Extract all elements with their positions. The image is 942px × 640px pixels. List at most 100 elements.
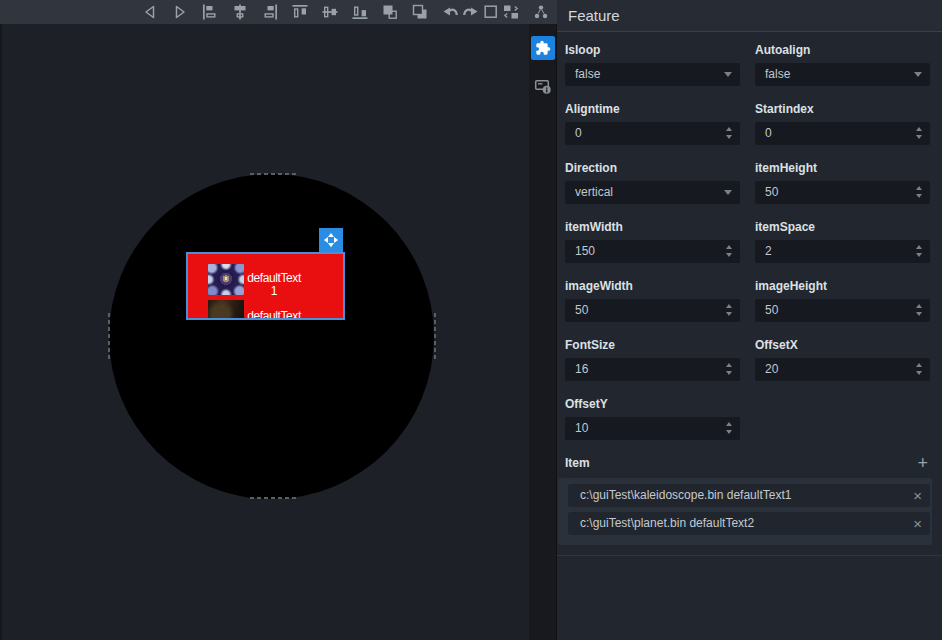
redo-icon[interactable]: [461, 3, 479, 21]
field-itemwidth: itemWidth150: [565, 220, 740, 263]
isloop-value: false: [575, 63, 600, 86]
aligntime-label: Aligntime: [565, 102, 740, 116]
offsety-label: OffsetY: [565, 397, 740, 411]
planet-thumbnail: [208, 300, 244, 320]
itemwidth-stepper[interactable]: 150: [565, 240, 740, 263]
isloop-select[interactable]: false: [565, 63, 740, 86]
imagewidth-label: imageWidth: [565, 279, 740, 293]
square-outline-icon[interactable]: [482, 3, 500, 21]
remove-item-icon[interactable]: ×: [913, 512, 922, 535]
autoalign-value: false: [765, 63, 790, 86]
aligntime-value: 0: [575, 122, 582, 145]
item-row[interactable]: c:\guiTest\planet.bin defaultText2 ×: [568, 512, 930, 535]
panel-title-text: Feature: [568, 7, 620, 24]
offsety-stepper[interactable]: 10: [565, 417, 740, 440]
align-center-horizontal-icon[interactable]: [231, 3, 249, 21]
field-aligntime: Aligntime 0: [565, 102, 740, 145]
spinner-up-icon[interactable]: [726, 422, 732, 426]
feature-tab[interactable]: [531, 36, 555, 60]
prev-triangle-icon[interactable]: [141, 3, 159, 21]
hierarchy-icon[interactable]: [532, 3, 550, 21]
chevron-down-icon: [724, 190, 732, 195]
field-offsety: OffsetY 10: [565, 397, 740, 440]
itemwidth-value: 150: [575, 240, 595, 263]
imagewidth-value: 50: [575, 299, 588, 322]
bring-to-front-icon[interactable]: [381, 3, 399, 21]
item-section-label: Item: [565, 456, 590, 470]
spinner-up-icon[interactable]: [726, 127, 732, 131]
selected-list-item[interactable]: defaultText1defaultText2: [186, 252, 345, 320]
offsetx-stepper[interactable]: 20: [755, 358, 930, 381]
spinner-up-icon[interactable]: [916, 186, 922, 190]
align-left-icon[interactable]: [201, 3, 219, 21]
spinner-down-icon[interactable]: [726, 253, 732, 257]
widget-item-text: defaultText1: [245, 272, 303, 298]
selection-dash-top: [250, 173, 296, 175]
canvas[interactable]: defaultText1defaultText2: [0, 24, 529, 640]
align-middle-vertical-icon[interactable]: [321, 3, 339, 21]
field-fontsize: FontSize 16: [565, 338, 740, 381]
autoalign-select[interactable]: false: [755, 63, 930, 86]
fontsize-label: FontSize: [565, 338, 740, 352]
move-handle[interactable]: [319, 228, 343, 252]
item-row[interactable]: c:\guiTest\kaleidoscope.bin defaultText1…: [568, 484, 930, 507]
spinner-down-icon[interactable]: [916, 253, 922, 257]
spinner-up-icon[interactable]: [916, 245, 922, 249]
spinner-down-icon[interactable]: [916, 371, 922, 375]
spinner-up-icon[interactable]: [916, 127, 922, 131]
info-tab[interactable]: [533, 76, 553, 96]
field-offsetx: OffsetX20: [755, 338, 930, 381]
spinner-down-icon[interactable]: [916, 312, 922, 316]
widget-item-line2: 1: [245, 285, 303, 298]
circular-list-widget[interactable]: [109, 174, 434, 499]
item-text: c:\guiTest\planet.bin defaultText2: [580, 516, 754, 530]
app-window: defaultText1defaultText2 Feature Isloopf…: [0, 0, 942, 640]
spinner-down-icon[interactable]: [726, 135, 732, 139]
direction-select[interactable]: vertical: [565, 181, 740, 204]
undo-icon[interactable]: [442, 3, 460, 21]
spinner-down-icon[interactable]: [726, 430, 732, 434]
fontsize-stepper[interactable]: 16: [565, 358, 740, 381]
aligntime-stepper[interactable]: 0: [565, 122, 740, 145]
spinner-up-icon[interactable]: [916, 363, 922, 367]
next-triangle-icon[interactable]: [171, 3, 189, 21]
field-autoalign: Autoalignfalse: [755, 43, 930, 86]
offsetx-value: 20: [765, 358, 778, 381]
spinner-down-icon[interactable]: [726, 312, 732, 316]
imagewidth-stepper[interactable]: 50: [565, 299, 740, 322]
chevron-down-icon: [914, 72, 922, 77]
align-top-icon[interactable]: [291, 3, 309, 21]
spinner-up-icon[interactable]: [726, 363, 732, 367]
startindex-value: 0: [765, 122, 772, 145]
direction-label: Direction: [565, 161, 740, 175]
section-divider: [557, 555, 942, 556]
itemheight-value: 50: [765, 181, 778, 204]
toolbar: [0, 0, 557, 24]
spinner-up-icon[interactable]: [726, 304, 732, 308]
selection-dash-bottom: [250, 497, 296, 499]
imageheight-stepper[interactable]: 50: [755, 299, 930, 322]
spinner-down-icon[interactable]: [916, 135, 922, 139]
send-to-back-icon[interactable]: [411, 3, 429, 21]
swap-layout-icon[interactable]: [502, 3, 520, 21]
align-bottom-icon[interactable]: [351, 3, 369, 21]
itemheight-label: itemHeight: [755, 161, 930, 175]
selection-dash-left: [108, 313, 110, 359]
startindex-stepper[interactable]: 0: [755, 122, 930, 145]
itemheight-stepper[interactable]: 50: [755, 181, 930, 204]
spinner-down-icon[interactable]: [916, 194, 922, 198]
remove-item-icon[interactable]: ×: [913, 484, 922, 507]
spinner-up-icon[interactable]: [916, 304, 922, 308]
add-item-button[interactable]: +: [917, 456, 928, 470]
itemspace-stepper[interactable]: 2: [755, 240, 930, 263]
itemspace-value: 2: [765, 240, 772, 263]
spinner-up-icon[interactable]: [726, 245, 732, 249]
spinner-down-icon[interactable]: [726, 371, 732, 375]
properties-panel: Feature Isloopfalse Autoalignfalse Alignti…: [557, 0, 942, 640]
item-text: c:\guiTest\kaleidoscope.bin defaultText1: [580, 488, 791, 502]
align-right-icon[interactable]: [261, 3, 279, 21]
imageheight-value: 50: [765, 299, 778, 322]
field-isloop: Isloopfalse: [565, 43, 740, 86]
fontsize-value: 16: [575, 358, 588, 381]
direction-value: vertical: [575, 181, 613, 204]
